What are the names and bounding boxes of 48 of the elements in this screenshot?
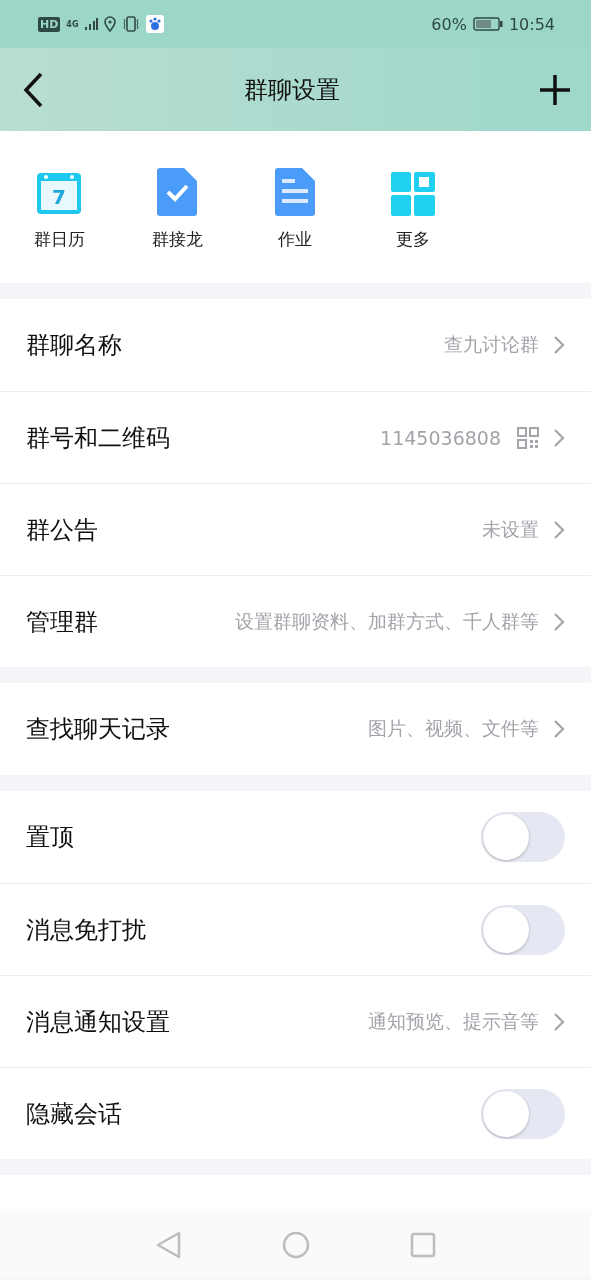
- toggle-switch[interactable]: [481, 812, 565, 862]
- setting-label: 消息通知设置: [26, 1006, 170, 1038]
- chevron-right-icon: [553, 335, 565, 355]
- setting-label: 群公告: [26, 514, 98, 546]
- setting-value: 1145036808: [380, 426, 501, 449]
- shortcut-button[interactable]: 7 群日历: [0, 131, 118, 251]
- location-icon: [104, 16, 117, 32]
- calendar-icon: 7: [36, 170, 82, 216]
- battery-icon: [472, 17, 503, 31]
- home-nav-icon[interactable]: [281, 1231, 310, 1259]
- back-button[interactable]: [22, 71, 44, 108]
- add-button[interactable]: [539, 73, 571, 106]
- signal-icon: [84, 17, 99, 31]
- chevron-right-icon: [553, 519, 565, 540]
- qr-code-icon[interactable]: [517, 426, 539, 449]
- setting-label: 查找聊天记录: [26, 714, 170, 745]
- setting-label: 消息免打扰: [26, 914, 146, 946]
- battery-percent: 60%: [431, 14, 467, 34]
- setting-label: 群号和二维码: [26, 422, 170, 454]
- vibrate-icon: [122, 16, 141, 32]
- chevron-right-icon: [553, 719, 565, 739]
- setting-label: 隐藏会话: [26, 1098, 122, 1130]
- setting-value: 设置群聊资料、加群方式、千人群等: [235, 608, 539, 634]
- setting-label: 置顶: [26, 822, 74, 853]
- clock-time: 10:54: [508, 14, 555, 34]
- back-nav-icon[interactable]: [155, 1231, 182, 1259]
- setting-value: 未设置: [482, 516, 539, 542]
- toggle-switch[interactable]: [481, 1088, 565, 1139]
- paw-app-icon: [146, 15, 165, 33]
- document-icon: [275, 168, 315, 216]
- chevron-right-icon: [553, 1011, 565, 1032]
- chevron-right-icon: [553, 611, 565, 632]
- grid-icon: [391, 172, 435, 216]
- setting-value: 查九讨论群: [444, 332, 539, 357]
- checklist-icon: [157, 168, 197, 216]
- setting-label: 群聊名称: [26, 330, 122, 361]
- shortcut-button[interactable]: 群接龙: [118, 131, 236, 251]
- page-title: 群聊设置: [243, 74, 340, 106]
- setting-label: 管理群: [26, 606, 98, 638]
- hd-badge: HD: [38, 16, 61, 32]
- chevron-right-icon: [553, 427, 565, 448]
- shortcut-button[interactable]: 更多: [354, 131, 472, 251]
- toggle-switch[interactable]: [481, 904, 565, 955]
- shortcut-button[interactable]: 作业: [236, 131, 354, 251]
- network-type: 4G: [66, 19, 79, 29]
- setting-value: 通知预览、提示音等: [368, 1008, 539, 1034]
- recent-apps-icon[interactable]: [409, 1232, 436, 1258]
- setting-value: 图片、视频、文件等: [368, 716, 539, 741]
